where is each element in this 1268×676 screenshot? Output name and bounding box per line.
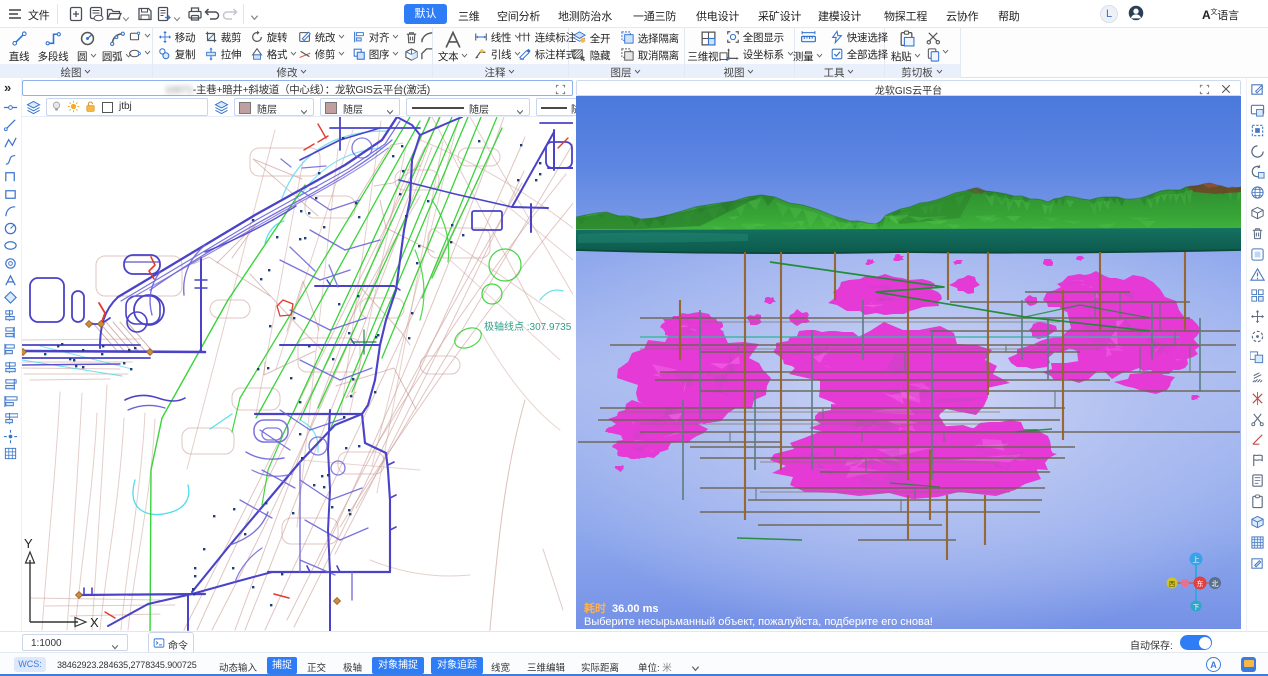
svg-text:上: 上 [1193,555,1200,564]
svg-text:下: 下 [1193,603,1200,611]
svg-text:耗时: 耗时 [584,601,606,615]
svg-text:极轴线点 :307.9735 < 0°0'0": 极轴线点 :307.9735 < 0°0'0" [484,320,573,333]
svg-text:东: 东 [1197,579,1204,588]
svg-text:X: X [90,615,99,630]
svg-text:Выберите несырьманный объект,: Выберите несырьманный объект, пожалуйста… [584,616,933,628]
svg-text:北: 北 [1212,580,1219,588]
svg-text:36.00 ms: 36.00 ms [612,603,658,615]
svg-text:西: 西 [1169,580,1176,588]
svg-text:Y: Y [24,536,33,551]
